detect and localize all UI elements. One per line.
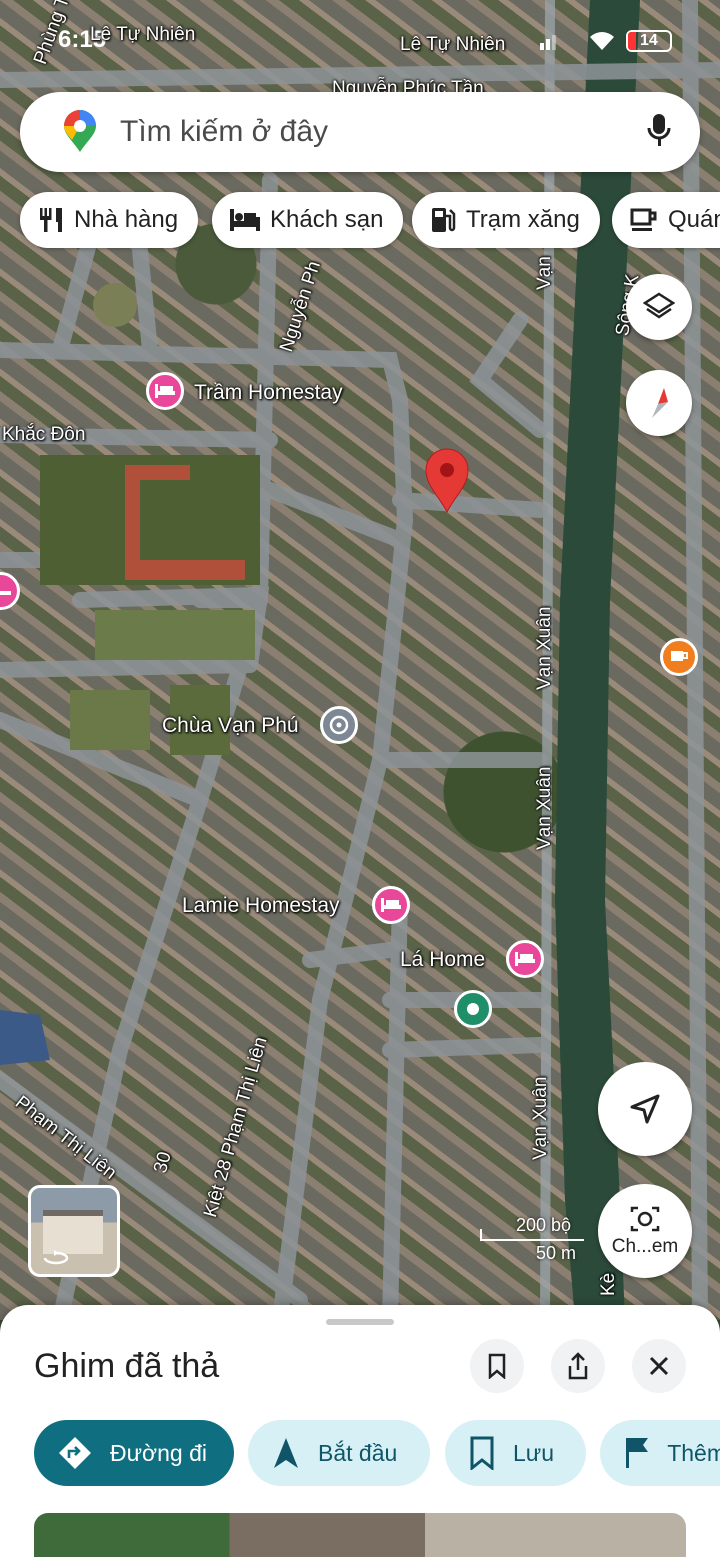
signal-icon bbox=[540, 35, 556, 50]
street-label: Vạn Xuân bbox=[530, 1076, 551, 1160]
poi-label-lamie-homestay[interactable]: Lamie Homestay bbox=[182, 894, 340, 918]
street-label: Vạn bbox=[534, 256, 555, 290]
chip-label: Trạm xăng bbox=[466, 206, 580, 233]
chip-gas-stations[interactable]: Trạm xăng bbox=[412, 192, 600, 248]
microphone-icon[interactable] bbox=[646, 112, 672, 150]
screenshot-search-button[interactable]: Ch...em bbox=[598, 1184, 692, 1278]
dropped-pin-icon[interactable] bbox=[424, 448, 470, 514]
street-view-thumbnail[interactable] bbox=[28, 1185, 120, 1277]
directions-icon bbox=[59, 1437, 91, 1469]
location-arrow-icon bbox=[630, 1094, 660, 1124]
more-label: Thêm bbox=[667, 1439, 720, 1466]
place-pin[interactable] bbox=[454, 990, 492, 1028]
layers-icon bbox=[643, 292, 675, 319]
share-icon bbox=[568, 1352, 588, 1380]
wifi-icon bbox=[590, 32, 614, 50]
hotel-pin[interactable] bbox=[506, 940, 544, 978]
temple-pin[interactable] bbox=[320, 706, 358, 744]
chip-label: Quán bbox=[668, 206, 720, 233]
search-input[interactable] bbox=[120, 110, 620, 154]
bookmark-icon bbox=[488, 1353, 506, 1379]
street-label: Vạn Xuân bbox=[534, 606, 555, 690]
poi-label-tram-homestay[interactable]: Trầm Homestay bbox=[194, 381, 343, 405]
chip-cafes[interactable]: Quán bbox=[612, 192, 720, 248]
scale-feet: 200 bộ bbox=[516, 1215, 572, 1235]
place-title: Ghim đã thả bbox=[34, 1347, 220, 1385]
maps-logo-icon bbox=[64, 110, 96, 152]
map-scale: 200 bộ 50 m bbox=[478, 1215, 588, 1265]
camera-search-icon bbox=[630, 1206, 660, 1232]
start-label: Bắt đầu bbox=[318, 1439, 398, 1466]
street-label: Lê Tự Nhiên bbox=[400, 34, 506, 55]
chip-label: Khách sạn bbox=[270, 206, 384, 233]
chip-hotels[interactable]: Khách sạn bbox=[212, 192, 404, 248]
screenshot-button-label: Ch...em bbox=[611, 1236, 679, 1257]
save-button[interactable]: Lưu bbox=[445, 1420, 586, 1486]
poi-label-la-home[interactable]: Lá Home bbox=[400, 948, 485, 972]
street-label: Lê Tự Nhiên bbox=[90, 24, 196, 45]
bed-icon bbox=[155, 384, 175, 398]
category-chips: Nhà hàng Khách sạn Trạm xăng Quán bbox=[20, 192, 720, 248]
save-label: Lưu bbox=[513, 1439, 554, 1466]
more-button[interactable]: Thêm bbox=[600, 1420, 720, 1486]
bed-icon bbox=[515, 952, 535, 966]
place-photo[interactable] bbox=[34, 1513, 686, 1557]
dharma-wheel-icon bbox=[329, 715, 349, 735]
battery-icon: 14 bbox=[626, 30, 672, 52]
hotel-icon bbox=[230, 209, 260, 231]
directions-label: Đường đi bbox=[110, 1439, 207, 1466]
drag-handle[interactable] bbox=[326, 1319, 394, 1325]
scale-meters: 50 m bbox=[536, 1243, 577, 1263]
place-bottom-sheet[interactable]: Ghim đã thả Đường đi Bắt đầu Lưu Thêm bbox=[0, 1305, 720, 1557]
restaurant-icon bbox=[40, 208, 62, 232]
layers-button[interactable] bbox=[626, 274, 692, 340]
share-button[interactable] bbox=[551, 1339, 605, 1393]
bed-icon bbox=[0, 591, 11, 595]
360-rotate-icon bbox=[43, 1250, 69, 1265]
poi-label-chua-van-phu[interactable]: Chùa Vạn Phú bbox=[162, 714, 299, 738]
cafe-icon bbox=[630, 208, 657, 231]
cup-icon bbox=[671, 651, 688, 661]
hotel-pin[interactable] bbox=[146, 372, 184, 410]
street-label: Kè bbox=[598, 1272, 619, 1296]
navigation-arrow-icon bbox=[274, 1438, 298, 1468]
compass-icon bbox=[652, 388, 668, 418]
compass-button[interactable] bbox=[626, 370, 692, 436]
gas-station-icon bbox=[432, 208, 456, 232]
map-view[interactable]: 6:15 14 Lê Tự Nhiên Lê Tự Nhiên Nguyễn P… bbox=[0, 0, 720, 1320]
cafe-pin[interactable] bbox=[660, 638, 698, 676]
close-button[interactable] bbox=[632, 1339, 686, 1393]
save-icon-button[interactable] bbox=[470, 1339, 524, 1393]
hotel-pin[interactable] bbox=[372, 886, 410, 924]
street-label: Khắc Đôn bbox=[2, 424, 86, 445]
battery-level: 14 bbox=[640, 32, 658, 49]
bed-icon bbox=[381, 898, 401, 912]
dot-icon bbox=[467, 1003, 479, 1015]
start-button[interactable]: Bắt đầu bbox=[248, 1420, 430, 1486]
bookmark-icon bbox=[470, 1436, 494, 1470]
directions-button[interactable]: Đường đi bbox=[34, 1420, 234, 1486]
chip-label: Nhà hàng bbox=[74, 206, 179, 233]
flag-icon bbox=[626, 1438, 648, 1468]
close-icon bbox=[649, 1356, 669, 1376]
street-label: Vạn Xuân bbox=[534, 766, 555, 850]
my-location-button[interactable] bbox=[598, 1062, 692, 1156]
search-bar[interactable] bbox=[20, 92, 700, 172]
chip-restaurants[interactable]: Nhà hàng bbox=[20, 192, 199, 248]
